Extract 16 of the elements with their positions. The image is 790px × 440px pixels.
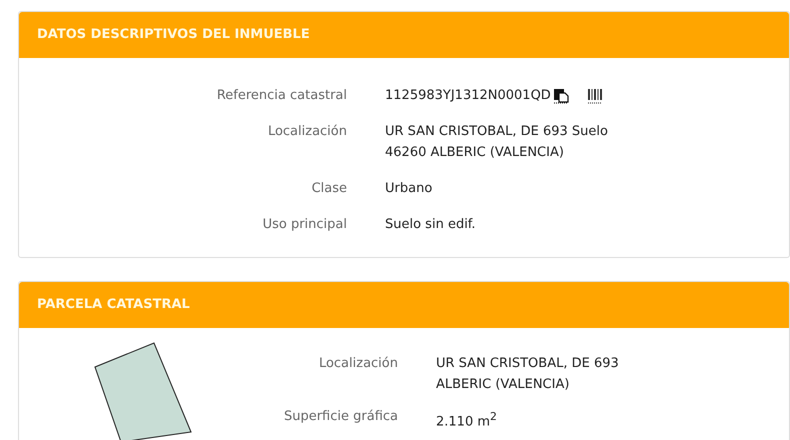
field-label: Localización — [266, 124, 347, 141]
copy-icon[interactable] — [552, 88, 569, 104]
field-label: Superficie gráfica — [282, 409, 398, 426]
field-label: Referencia catastral — [216, 88, 347, 105]
field-label: Uso principal — [262, 217, 347, 234]
field-value: UR SAN CRISTOBAL, DE 693 ALBERIC (VALENCIA) — [436, 355, 619, 394]
field-value: 2.110 m$^{2}$ — [436, 409, 497, 432]
field-label: Localización — [318, 356, 398, 373]
section-header: PARCELA CATASTRAL — [19, 282, 789, 328]
field-value: 1125983YJ1312N0001QD — [385, 87, 551, 105]
field-value: UR SAN CRISTOBAL, DE 693 Suelo 46260 ALBERIC (VALENCIA) — [385, 123, 608, 162]
section-header: DATOS DESCRIPTIVOS DEL INMUEBLE — [19, 12, 789, 58]
field-value: Urbano — [385, 180, 432, 198]
field-value: Suelo sin edif. — [385, 216, 476, 234]
barcode-icon[interactable] — [586, 88, 603, 104]
field-label: Clase — [310, 181, 347, 198]
